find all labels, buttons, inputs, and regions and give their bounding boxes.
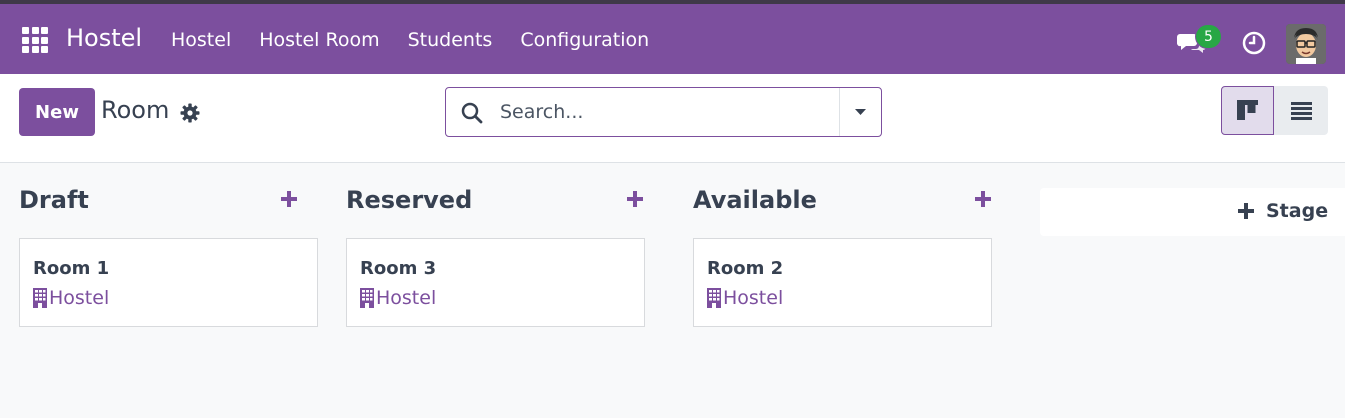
page-title: Room [101,96,170,124]
kanban-card[interactable]: Room 3 Hostel [346,238,645,327]
gear-icon[interactable] [180,103,200,123]
add-stage-label: Stage [1266,200,1329,222]
column-header-available: Available [693,186,817,214]
apps-menu-icon[interactable] [22,27,48,53]
list-icon [1291,102,1312,120]
card-hostel-label: Hostel [49,287,110,309]
kanban-view-button[interactable] [1221,86,1274,135]
building-icon [33,288,47,308]
card-hostel: Hostel [707,287,783,309]
notification-badge: 5 [1195,24,1222,49]
search-bar [445,87,882,137]
chevron-down-icon[interactable] [840,88,881,136]
control-panel: New Room [0,74,1345,163]
card-title: Room 3 [360,258,437,279]
list-view-button[interactable] [1274,86,1327,135]
plus-icon [1238,203,1254,219]
card-hostel-label: Hostel [723,287,784,309]
card-hostel: Hostel [33,287,109,309]
kanban-card[interactable]: Room 1 Hostel [19,238,318,327]
card-hostel-label: Hostel [376,287,437,309]
app-brand[interactable]: Hostel [66,24,142,52]
menu-item-hostel[interactable]: Hostel [171,29,231,51]
card-title: Room 2 [707,258,784,279]
menu-item-hostel-room[interactable]: Hostel Room [259,29,379,51]
plus-icon[interactable] [973,189,993,209]
plus-icon[interactable] [625,189,645,209]
building-icon [707,288,721,308]
menu-item-students[interactable]: Students [408,29,493,51]
top-navbar: Hostel Hostel Hostel Room Students Confi… [0,0,1345,74]
clock-icon[interactable] [1242,31,1266,55]
building-icon [360,288,374,308]
add-stage-button[interactable]: Stage [1040,188,1345,236]
kanban-card[interactable]: Room 2 Hostel [693,238,992,327]
column-header-draft: Draft [19,186,89,214]
menu-item-configuration[interactable]: Configuration [520,29,649,51]
user-avatar[interactable] [1286,24,1326,64]
plus-icon[interactable] [279,189,299,209]
search-input[interactable] [500,98,830,126]
view-switcher [1221,86,1328,135]
card-hostel: Hostel [360,287,436,309]
card-title: Room 1 [33,258,110,279]
column-header-reserved: Reserved [346,186,473,214]
main-menu: Hostel Hostel Room Students Configuratio… [171,29,649,51]
new-button[interactable]: New [19,88,95,136]
kanban-icon [1237,100,1258,120]
search-icon [461,102,483,124]
